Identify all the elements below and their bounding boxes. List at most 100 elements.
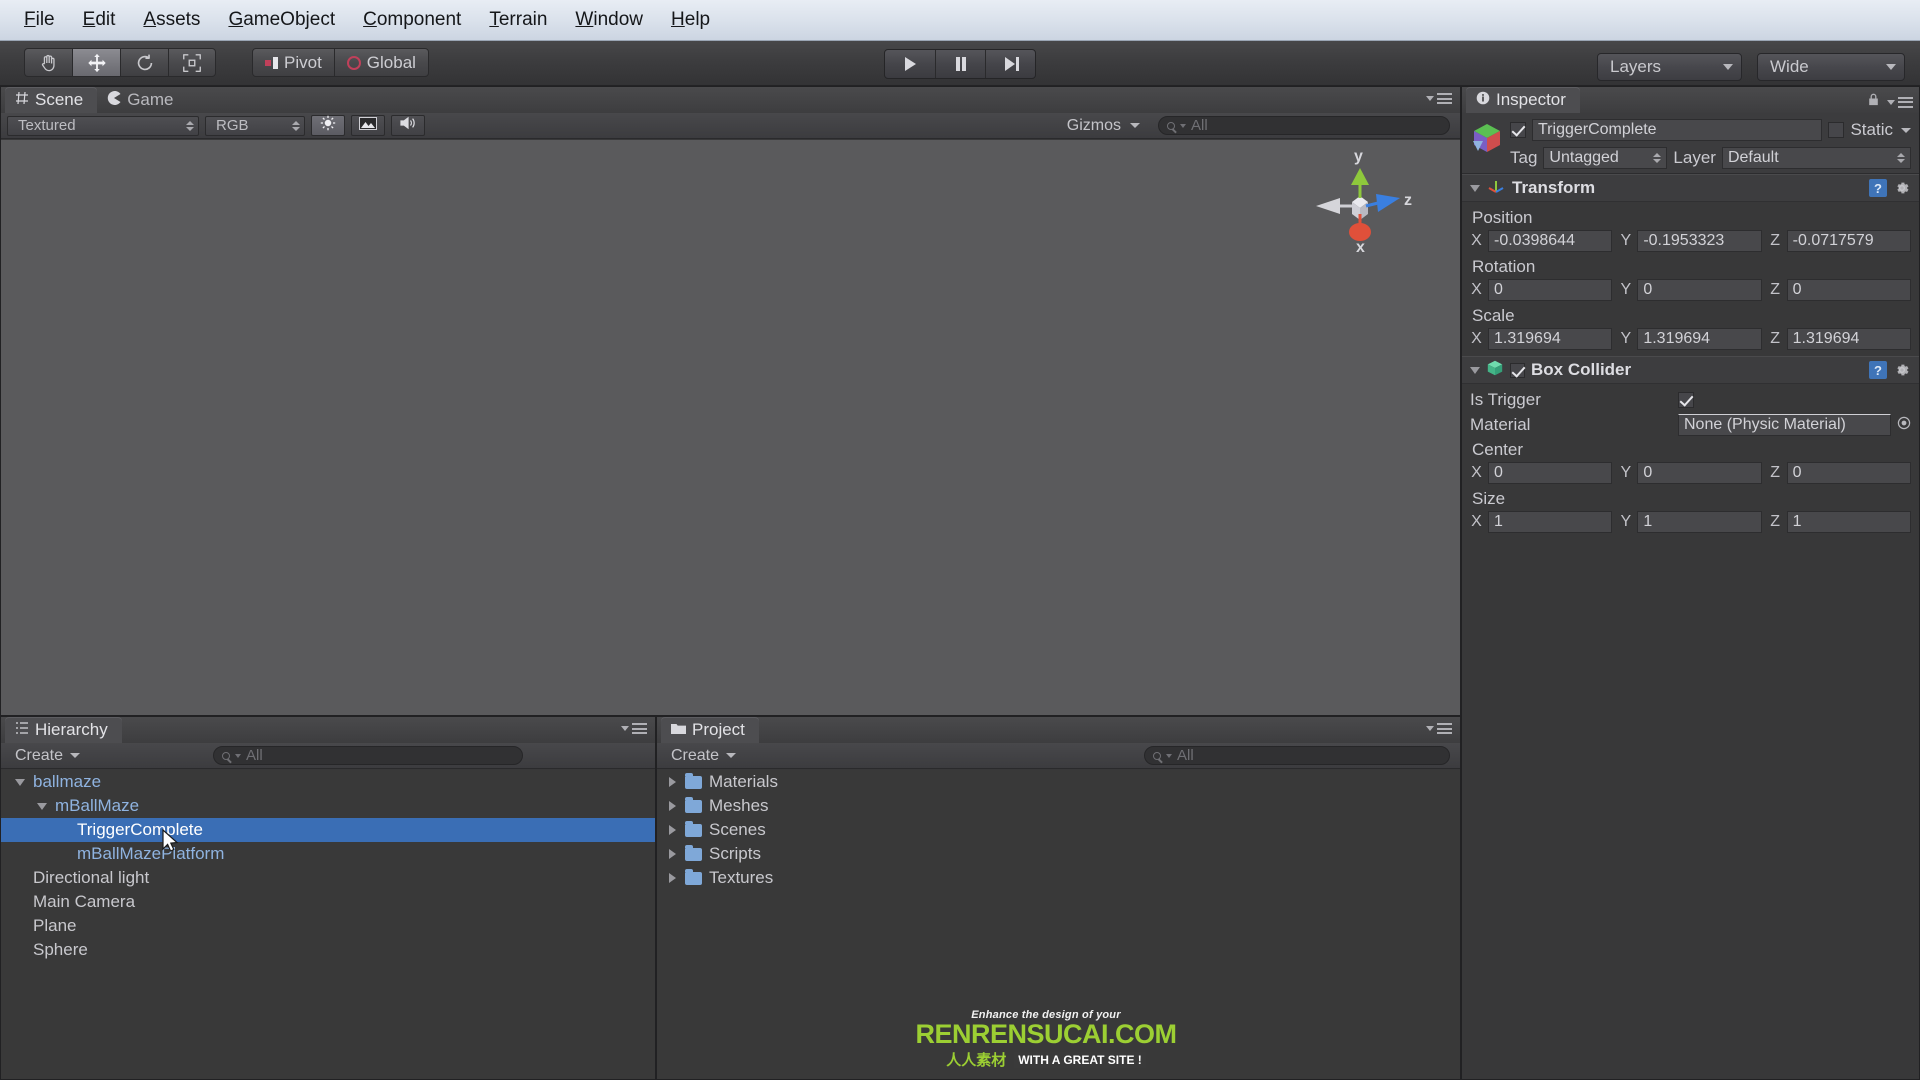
step-button[interactable] xyxy=(985,50,1035,78)
size-x-input[interactable]: 1 xyxy=(1488,511,1613,533)
play-button[interactable] xyxy=(885,50,935,78)
position-y-input[interactable]: -0.1953323 xyxy=(1637,230,1762,252)
project-item-scripts[interactable]: Scripts xyxy=(657,842,1460,866)
tab-project[interactable]: Project xyxy=(661,717,759,743)
hierarchy-item-mballmaze[interactable]: mBallMaze xyxy=(1,794,655,818)
scale-x-input[interactable]: 1.319694 xyxy=(1488,328,1613,350)
menu-item-assets[interactable]: Assets xyxy=(129,6,214,34)
draw-mode-dropdown[interactable]: Textured xyxy=(7,115,199,136)
material-object-field[interactable]: None (Physic Material) xyxy=(1678,414,1891,436)
scale-tool-button[interactable] xyxy=(168,48,216,77)
chevron-right-icon[interactable] xyxy=(669,825,685,835)
component-transform-header[interactable]: Transform ? xyxy=(1462,174,1919,202)
object-picker-icon[interactable] xyxy=(1897,416,1911,435)
scale-y-input[interactable]: 1.319694 xyxy=(1637,328,1762,350)
rotation-z-input[interactable]: 0 xyxy=(1786,279,1911,301)
scene-orientation-gizmo[interactable]: y z x xyxy=(1300,148,1420,260)
gizmos-dropdown[interactable]: Gizmos xyxy=(1059,116,1148,136)
static-checkbox[interactable] xyxy=(1828,122,1845,138)
is-trigger-checkbox[interactable] xyxy=(1678,392,1694,408)
tag-dropdown[interactable]: Untagged xyxy=(1543,147,1668,169)
project-search-input[interactable]: All xyxy=(1144,746,1450,765)
chevron-down-icon[interactable] xyxy=(15,778,29,786)
center-x-input[interactable]: 0 xyxy=(1488,462,1613,484)
hierarchy-item-sphere[interactable]: Sphere xyxy=(1,938,655,962)
scene-panel-menu-button[interactable] xyxy=(1426,93,1452,104)
chevron-right-icon[interactable] xyxy=(669,801,685,811)
lighting-toggle-button[interactable] xyxy=(311,115,345,136)
hierarchy-tree[interactable]: ballmaze mBallMaze TriggerComplete mBallMaz… xyxy=(1,770,655,1079)
menu-item-help[interactable]: Help xyxy=(657,6,724,34)
menu-item-mnemonic: E xyxy=(82,9,96,30)
project-item-materials[interactable]: Materials xyxy=(657,770,1460,794)
menu-item-edit[interactable]: Edit xyxy=(69,6,130,34)
project-panel-menu-button[interactable] xyxy=(1426,723,1452,734)
hierarchy-item-main-camera[interactable]: Main Camera xyxy=(1,890,655,914)
rotate-tool-button[interactable] xyxy=(120,48,168,77)
chevron-right-icon[interactable] xyxy=(669,873,685,883)
hierarchy-item-mballmazeplatform[interactable]: mBallMazePlatform xyxy=(1,842,655,866)
chevron-right-icon[interactable] xyxy=(669,777,685,787)
scene-viewport[interactable]: y z x xyxy=(1,140,1460,715)
project-item-scenes[interactable]: Scenes xyxy=(657,818,1460,842)
lock-icon[interactable] xyxy=(1868,93,1879,111)
project-item-label: Materials xyxy=(709,772,778,791)
object-enabled-checkbox[interactable] xyxy=(1510,122,1526,138)
hierarchy-panel-menu-button[interactable] xyxy=(621,723,647,734)
chevron-down-icon[interactable] xyxy=(1470,184,1480,192)
hierarchy-item-directional-light[interactable]: Directional light xyxy=(1,866,655,890)
hierarchy-search-input[interactable]: All xyxy=(213,746,523,765)
center-z-input[interactable]: 0 xyxy=(1786,462,1911,484)
box-collider-enabled-checkbox[interactable] xyxy=(1510,362,1525,378)
rotation-x-input[interactable]: 0 xyxy=(1488,279,1613,301)
help-icon[interactable]: ? xyxy=(1869,179,1887,197)
fx-toggle-button[interactable] xyxy=(351,115,385,136)
chevron-down-icon[interactable] xyxy=(1901,127,1911,133)
object-name-input[interactable]: TriggerComplete xyxy=(1532,119,1823,141)
hierarchy-item-plane[interactable]: Plane xyxy=(1,914,655,938)
hierarchy-item-triggercomplete[interactable]: TriggerComplete xyxy=(1,818,655,842)
chevron-down-icon[interactable] xyxy=(1470,366,1480,374)
scale-z-input[interactable]: 1.319694 xyxy=(1786,328,1911,350)
hierarchy-create-button[interactable]: Create xyxy=(7,746,88,766)
tab-game[interactable]: Game xyxy=(97,87,187,113)
inspector-panel-menu-button[interactable] xyxy=(1868,93,1913,111)
pivot-toggle-button[interactable]: Pivot xyxy=(253,49,334,76)
menu-item-terrain[interactable]: Terrain xyxy=(475,6,561,34)
scene-search-input[interactable]: All xyxy=(1158,116,1450,135)
gear-icon[interactable] xyxy=(1893,179,1911,197)
menu-item-gameobject[interactable]: GameObject xyxy=(214,6,349,34)
tab-scene[interactable]: Scene xyxy=(5,87,98,113)
center-y-input[interactable]: 0 xyxy=(1637,462,1762,484)
render-mode-dropdown[interactable]: RGB xyxy=(205,115,305,136)
hierarchy-item-ballmaze[interactable]: ballmaze xyxy=(1,770,655,794)
tab-inspector[interactable]: Inspector xyxy=(1466,87,1580,113)
hand-tool-button[interactable] xyxy=(24,48,72,77)
menu-item-window[interactable]: Window xyxy=(561,6,657,34)
project-item-meshes[interactable]: Meshes xyxy=(657,794,1460,818)
chevron-right-icon[interactable] xyxy=(669,849,685,859)
menu-item-file[interactable]: File xyxy=(10,6,69,34)
layer-dropdown[interactable]: Default xyxy=(1721,147,1911,169)
tab-hierarchy[interactable]: Hierarchy xyxy=(5,717,122,743)
audio-toggle-button[interactable] xyxy=(391,115,425,136)
size-y-input[interactable]: 1 xyxy=(1637,511,1762,533)
gear-icon[interactable] xyxy=(1893,361,1911,379)
component-box-collider-header[interactable]: Box Collider ? xyxy=(1462,356,1919,384)
position-z-input[interactable]: -0.0717579 xyxy=(1786,230,1911,252)
layout-dropdown[interactable]: Wide xyxy=(1757,53,1905,81)
move-tool-button[interactable] xyxy=(72,48,120,77)
global-toggle-button[interactable]: Global xyxy=(333,49,428,76)
inspector-object-header: TriggerComplete Static Tag Untagged Laye… xyxy=(1462,113,1919,174)
size-z-input[interactable]: 1 xyxy=(1786,511,1911,533)
rotation-y-input[interactable]: 0 xyxy=(1637,279,1762,301)
layers-dropdown[interactable]: Layers xyxy=(1597,53,1742,81)
project-create-button[interactable]: Create xyxy=(663,746,744,766)
chevron-down-icon[interactable] xyxy=(37,802,51,810)
pause-button[interactable] xyxy=(935,50,985,78)
project-item-textures[interactable]: Textures xyxy=(657,866,1460,890)
help-icon[interactable]: ? xyxy=(1869,361,1887,379)
menu-item-component[interactable]: Component xyxy=(349,6,475,34)
scene-render-canvas[interactable] xyxy=(1,140,1460,715)
position-x-input[interactable]: -0.0398644 xyxy=(1488,230,1613,252)
